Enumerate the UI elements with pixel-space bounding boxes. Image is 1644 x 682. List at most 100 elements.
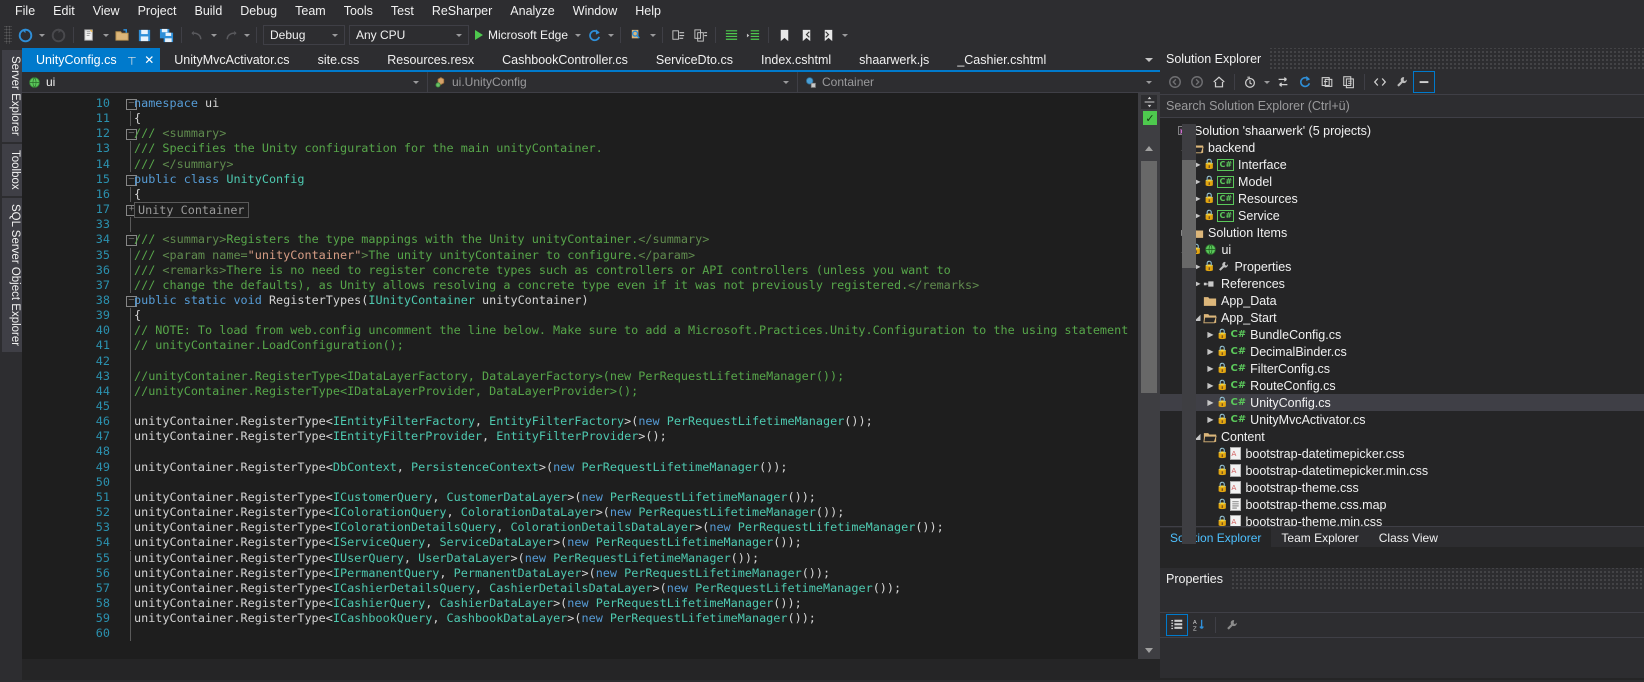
show-all-files-icon[interactable] bbox=[1338, 71, 1360, 93]
tree-item-bundleconfig-cs[interactable]: ▶ 🔒 C# BundleConfig.cs bbox=[1160, 326, 1644, 343]
tree-item-bootstrap-datetimepicker-min-css[interactable]: 🔒 Abootstrap-datetimepicker.min.css bbox=[1160, 462, 1644, 479]
code-line[interactable]: 13 /// Specifies the Unity configuration… bbox=[22, 141, 1138, 157]
code-line[interactable]: 41 // unityContainer.LoadConfiguration()… bbox=[22, 338, 1138, 354]
tree-item-routeconfig-cs[interactable]: ▶ 🔒 C# RouteConfig.cs bbox=[1160, 377, 1644, 394]
new-project-icon[interactable] bbox=[78, 24, 100, 46]
code-line[interactable]: 56 unityContainer.RegisterType<IPermanen… bbox=[22, 565, 1138, 581]
find-dropdown-icon[interactable] bbox=[647, 24, 658, 46]
forward-icon[interactable] bbox=[1186, 71, 1208, 93]
tree-item-bootstrap-theme-min-css[interactable]: 🔒 Abootstrap-theme.min.css bbox=[1160, 513, 1644, 526]
menu-item-analyze[interactable]: Analyze bbox=[501, 0, 563, 22]
code-line[interactable]: 16 { bbox=[22, 186, 1138, 203]
menu-item-tools[interactable]: Tools bbox=[335, 0, 382, 22]
expand-chevron-icon[interactable]: ▶ bbox=[1205, 381, 1216, 390]
new-project-dropdown-icon[interactable] bbox=[100, 24, 111, 46]
code-line[interactable]: 10– namespace ui bbox=[22, 96, 1138, 111]
code-line[interactable]: 45 bbox=[22, 399, 1138, 415]
document-tab-cashbookcontroller-cs[interactable]: CashbookController.cs bbox=[488, 48, 642, 72]
bookmark-icon[interactable] bbox=[773, 24, 795, 46]
document-tab-index-cshtml[interactable]: Index.cshtml bbox=[746, 48, 846, 72]
code-editor-surface[interactable]: 10– namespace ui 11 {12– /// <summary> 13 //… bbox=[22, 93, 1160, 659]
tree-item-bootstrap-datetimepicker-css[interactable]: 🔒 Abootstrap-datetimepicker.css bbox=[1160, 445, 1644, 462]
find-icon[interactable] bbox=[625, 24, 647, 46]
solution-explorer-scrollbar-thumb[interactable] bbox=[1182, 160, 1196, 268]
collapse-all-icon[interactable] bbox=[1316, 71, 1338, 93]
tree-item-decimalbinder-cs[interactable]: ▶ 🔒 C# DecimalBinder.cs bbox=[1160, 343, 1644, 360]
chevron-down-icon[interactable] bbox=[1136, 81, 1156, 84]
code-line[interactable]: 39 { bbox=[22, 308, 1138, 324]
document-tab-resources-resx[interactable]: Resources.resx bbox=[373, 48, 489, 72]
code-line[interactable]: 49 unityContainer.RegisterType<DbContext… bbox=[22, 459, 1138, 475]
expand-chevron-icon[interactable]: ▶ bbox=[1205, 364, 1216, 373]
editor-vertical-scrollbar[interactable] bbox=[1138, 139, 1160, 659]
refresh-dropdown-icon[interactable] bbox=[605, 24, 616, 46]
properties-object-selector[interactable] bbox=[1160, 590, 1644, 612]
solution-configuration-combo[interactable]: Debug bbox=[263, 25, 345, 45]
preview-selected-items-icon[interactable] bbox=[1413, 71, 1435, 93]
undo-icon[interactable] bbox=[186, 24, 208, 46]
document-tab-site-css[interactable]: site.css bbox=[303, 48, 374, 72]
expand-chevron-icon[interactable]: ▶ bbox=[1205, 347, 1216, 356]
expand-chevron-icon[interactable]: ▶ bbox=[1205, 330, 1216, 339]
tree-item-solution-shaarwerk-5-projects-[interactable]: ▣Solution 'shaarwerk' (5 projects) bbox=[1160, 122, 1644, 139]
code-line[interactable]: 12– /// <summary> bbox=[22, 126, 1138, 141]
panel-tab-solution-explorer[interactable]: Solution Explorer bbox=[1160, 528, 1272, 547]
previous-bookmark-icon[interactable] bbox=[795, 24, 817, 46]
tree-item-resources[interactable]: ▶ 🔒 C# Resources bbox=[1160, 190, 1644, 207]
document-tab--cashier-cshtml[interactable]: _Cashier.cshtml bbox=[943, 48, 1061, 72]
document-tab-shaarwerk-js[interactable]: shaarwerk.js bbox=[845, 48, 944, 72]
navbar-member-dropdown[interactable]: Container bbox=[798, 72, 1160, 92]
tree-item-ui[interactable]: ◢🔒ui bbox=[1160, 241, 1644, 258]
tree-item-backend[interactable]: ◢backend bbox=[1160, 139, 1644, 156]
redo-icon[interactable] bbox=[219, 24, 241, 46]
chevron-down-icon[interactable] bbox=[448, 34, 468, 37]
tree-item-service[interactable]: ▶ 🔒 C# Service bbox=[1160, 207, 1644, 224]
tool-tab-toolbox[interactable]: Toolbox bbox=[2, 143, 24, 196]
code-line[interactable]: 43 //unityContainer.RegisterType<IDataLa… bbox=[22, 368, 1138, 384]
expand-chevron-icon[interactable]: ▶ bbox=[1205, 398, 1216, 407]
undo-dropdown-icon[interactable] bbox=[208, 24, 219, 46]
refresh-icon[interactable] bbox=[1294, 71, 1316, 93]
tree-item-model[interactable]: ▶ 🔒 C# Model bbox=[1160, 173, 1644, 190]
solution-tree[interactable]: ▣Solution 'shaarwerk' (5 projects)◢backe… bbox=[1160, 118, 1644, 526]
alphabetical-icon[interactable]: AZ bbox=[1188, 614, 1210, 636]
navbar-project-dropdown[interactable]: ui bbox=[22, 72, 428, 92]
code-line[interactable]: 42 bbox=[22, 353, 1138, 369]
menu-item-team[interactable]: Team bbox=[286, 0, 335, 22]
code-line[interactable]: 17 + Unity Container bbox=[22, 202, 1138, 219]
collapsed-region-placeholder[interactable]: Unity Container bbox=[134, 202, 249, 219]
toolbar-overflow-icon[interactable] bbox=[839, 24, 850, 46]
code-line[interactable]: 44 //unityContainer.RegisterType<IDataLa… bbox=[22, 383, 1138, 399]
scroll-down-button[interactable] bbox=[1138, 641, 1160, 659]
uncomment-icon[interactable] bbox=[689, 24, 711, 46]
scroll-up-button[interactable] bbox=[1138, 139, 1160, 157]
tree-item-unitymvcactivator-cs[interactable]: ▶ 🔒 C# UnityMvcActivator.cs bbox=[1160, 411, 1644, 428]
solution-explorer-search-input[interactable]: Search Solution Explorer (Ctrl+ü) bbox=[1160, 94, 1644, 118]
solution-platform-combo[interactable]: Any CPU bbox=[349, 25, 469, 45]
tab-overflow-chevron-icon[interactable] bbox=[1140, 50, 1158, 70]
navigate-forward-icon[interactable] bbox=[47, 24, 69, 46]
code-line[interactable]: 60 bbox=[22, 626, 1138, 642]
code-line[interactable]: 33 bbox=[22, 217, 1138, 233]
code-line[interactable]: 14 /// </summary> bbox=[22, 156, 1138, 172]
close-tab-icon[interactable]: ✕ bbox=[144, 53, 154, 67]
menu-item-build[interactable]: Build bbox=[185, 0, 231, 22]
tree-item-interface[interactable]: ▶ 🔒 C# Interface bbox=[1160, 156, 1644, 173]
document-tab-servicedto-cs[interactable]: ServiceDto.cs bbox=[641, 48, 747, 72]
save-all-icon[interactable] bbox=[155, 24, 177, 46]
tree-item-app-data[interactable]: App_Data bbox=[1160, 292, 1644, 309]
pending-changes-dropdown-icon[interactable] bbox=[1261, 71, 1272, 93]
code-line[interactable]: 58 unityContainer.RegisterType<ICashierQ… bbox=[22, 595, 1138, 612]
navigate-back-dropdown-icon[interactable] bbox=[36, 24, 47, 46]
panel-tab-team-explorer[interactable]: Team Explorer bbox=[1271, 528, 1368, 547]
refresh-icon[interactable] bbox=[583, 24, 605, 46]
expand-chevron-icon[interactable]: ▶ bbox=[1205, 415, 1216, 424]
tree-item-solution-items[interactable]: ▶Solution Items bbox=[1160, 224, 1644, 241]
save-icon[interactable] bbox=[133, 24, 155, 46]
code-line[interactable]: 48 bbox=[22, 444, 1138, 460]
pin-tab-icon[interactable]: ⊥ bbox=[127, 54, 137, 67]
tree-item-filterconfig-cs[interactable]: ▶ 🔒 C# FilterConfig.cs bbox=[1160, 360, 1644, 377]
tree-item-bootstrap-theme-css[interactable]: 🔒 Abootstrap-theme.css bbox=[1160, 479, 1644, 496]
categorized-icon[interactable] bbox=[1166, 614, 1188, 636]
chevron-down-icon[interactable] bbox=[324, 34, 344, 37]
